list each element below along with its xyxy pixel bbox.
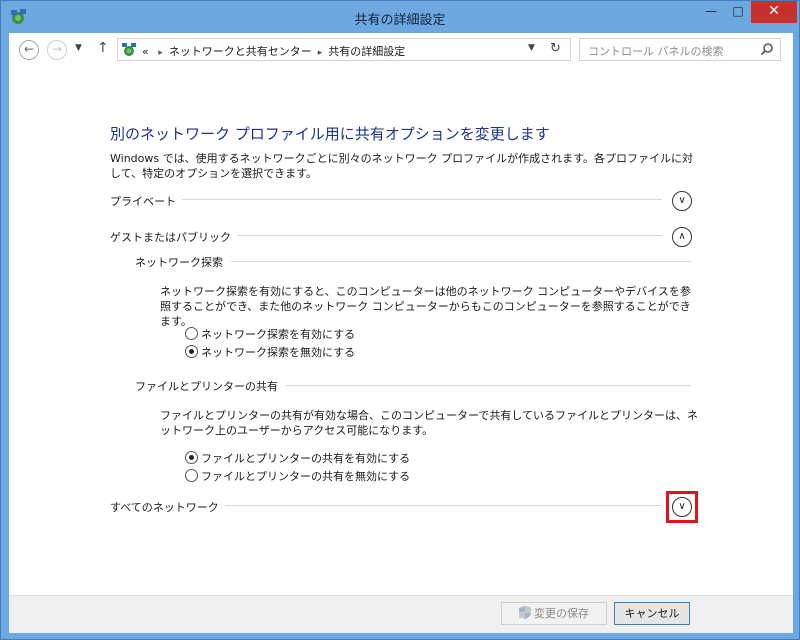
file-printer-sharing-header: ファイルとプリンターの共有 xyxy=(135,378,691,394)
navigation-bar: ← → ▼ ↑ « ▸ ネットワークと共有センター ▸ 共有の詳細設定 ▼ ↻ xyxy=(9,33,793,67)
file-printer-sharing-label: ファイルとプリンターの共有 xyxy=(135,378,286,394)
search-box[interactable]: コントロール パネルの検索 xyxy=(579,38,781,61)
section-private-label[interactable]: プライベート xyxy=(110,193,182,209)
save-changes-button[interactable]: 変更の保存 xyxy=(501,602,607,625)
highlight-box xyxy=(666,491,698,523)
cancel-button[interactable]: キャンセル xyxy=(614,602,690,625)
search-input[interactable]: コントロール パネルの検索 xyxy=(588,43,724,59)
section-all-networks-label[interactable]: すべてのネットワーク xyxy=(110,499,225,515)
radio-label[interactable]: ネットワーク探索を有効にする xyxy=(201,328,355,341)
radio-label[interactable]: ファイルとプリンターの共有を無効にする xyxy=(201,470,410,483)
radio-button[interactable] xyxy=(185,451,198,464)
breadcrumb-overflow[interactable]: « xyxy=(142,45,149,58)
forward-button[interactable]: → xyxy=(47,40,67,60)
breadcrumb-separator: ▸ xyxy=(158,48,163,58)
breadcrumb-network-center[interactable]: ネットワークと共有センター xyxy=(169,45,312,58)
expand-chevron-icon[interactable]: ∨ xyxy=(672,191,692,211)
address-dropdown[interactable]: ▼ xyxy=(528,43,535,53)
radio-label[interactable]: ファイルとプリンターの共有を有効にする xyxy=(201,452,410,465)
divider xyxy=(110,199,662,200)
radio-file-sharing-off[interactable]: ファイルとプリンターの共有を無効にする xyxy=(185,468,410,484)
window: 共有の詳細設定 — □ ✕ ← → ▼ ↑ « ▸ ネットワークと共有センター ▸ 共… xyxy=(0,0,800,640)
network-discovery-header: ネットワーク探索 xyxy=(135,254,691,270)
close-button[interactable]: ✕ xyxy=(751,1,797,23)
minimize-button[interactable]: — xyxy=(698,1,724,23)
file-printer-sharing-description: ファイルとプリンターの共有が有効な場合、このコンピューターで共有しているファイル… xyxy=(160,409,699,437)
network-discovery-description: ネットワーク探索を有効にすると、このコンピューターは他のネットワーク コンピュー… xyxy=(160,285,691,328)
network-icon xyxy=(122,43,136,56)
address-bar[interactable]: « ▸ ネットワークと共有センター ▸ 共有の詳細設定 ▼ ↻ xyxy=(117,38,571,61)
section-private[interactable]: プライベート ∨ xyxy=(110,191,692,213)
network-discovery-label: ネットワーク探索 xyxy=(135,254,231,270)
breadcrumb: « ▸ ネットワークと共有センター ▸ 共有の詳細設定 xyxy=(142,43,405,59)
collapse-chevron-icon[interactable]: ∧ xyxy=(672,227,692,247)
radio-button[interactable] xyxy=(185,327,198,340)
content-pane: 別のネットワーク プロファイル用に共有オプションを変更します Windows で… xyxy=(9,67,793,595)
section-guest-public[interactable]: ゲストまたはパブリック ∧ xyxy=(110,227,692,249)
save-changes-label: 変更の保存 xyxy=(534,607,589,620)
section-all-networks[interactable]: すべてのネットワーク ∨ xyxy=(110,497,692,519)
radio-button[interactable] xyxy=(185,469,198,482)
radio-label[interactable]: ネットワーク探索を無効にする xyxy=(201,346,355,359)
search-icon[interactable] xyxy=(760,42,774,56)
window-title: 共有の詳細設定 xyxy=(354,13,446,28)
radio-network-discovery-on[interactable]: ネットワーク探索を有効にする xyxy=(185,326,355,342)
page-title: 別のネットワーク プロファイル用に共有オプションを変更します xyxy=(110,125,550,143)
radio-network-discovery-off[interactable]: ネットワーク探索を無効にする xyxy=(185,344,355,360)
breadcrumb-separator: ▸ xyxy=(317,48,323,58)
up-button[interactable]: ↑ xyxy=(97,40,109,56)
recent-pages-dropdown[interactable]: ▼ xyxy=(75,43,82,53)
page-description: Windows では、使用するネットワークごとに別々のネットワーク プロファイル… xyxy=(110,152,693,180)
maximize-button[interactable]: □ xyxy=(725,1,751,23)
titlebar[interactable]: 共有の詳細設定 — □ ✕ xyxy=(1,1,799,33)
refresh-button[interactable]: ↻ xyxy=(550,41,561,56)
breadcrumb-advanced-sharing[interactable]: 共有の詳細設定 xyxy=(328,45,405,58)
radio-file-sharing-on[interactable]: ファイルとプリンターの共有を有効にする xyxy=(185,450,410,466)
footer-bar: 変更の保存 キャンセル xyxy=(9,595,793,633)
radio-button[interactable] xyxy=(185,345,198,358)
section-guest-public-label[interactable]: ゲストまたはパブリック xyxy=(110,229,237,245)
uac-shield-icon xyxy=(519,606,531,619)
back-button[interactable]: ← xyxy=(19,40,39,60)
client-area: ← → ▼ ↑ « ▸ ネットワークと共有センター ▸ 共有の詳細設定 ▼ ↻ xyxy=(9,33,793,633)
